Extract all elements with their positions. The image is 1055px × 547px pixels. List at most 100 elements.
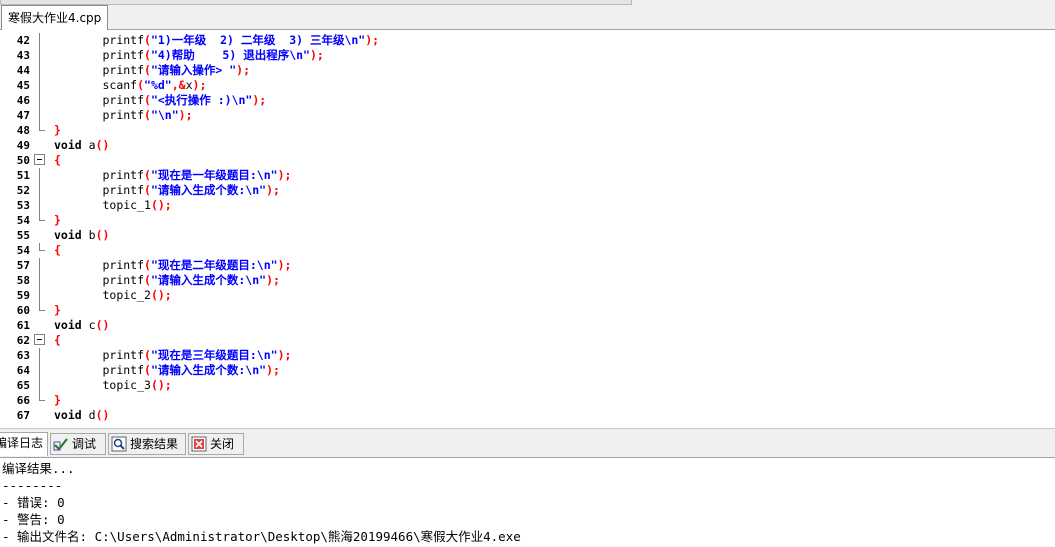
line-number: 52 xyxy=(16,184,30,197)
code-token: ); xyxy=(365,33,380,47)
code-line[interactable]: 60} xyxy=(0,303,1055,318)
bottom-tab[interactable]: 编译日志 xyxy=(0,432,48,456)
bottom-tab-label: 关闭 xyxy=(210,437,235,451)
code-line[interactable]: 54 { xyxy=(0,243,1055,258)
code-token: ( xyxy=(144,63,151,77)
code-token: ); xyxy=(236,63,251,77)
code-line[interactable]: 42 printf("1)一年级 2) 二年级 3) 三年级\n"); xyxy=(0,33,1055,48)
message-panel-tabs: 编译日志 调试 搜索结果 关闭 xyxy=(0,428,1055,458)
code-line[interactable]: 47 printf("\n"); xyxy=(0,108,1055,123)
fold-guide-line xyxy=(34,198,46,213)
code-line[interactable]: 57 printf("现在是二年级题目:\n"); xyxy=(0,258,1055,273)
fold-gutter-empty xyxy=(34,228,46,243)
code-token: ); xyxy=(266,183,280,197)
code-editor[interactable]: 42 printf("1)一年级 2) 二年级 3) 三年级\n"); 43 pr… xyxy=(0,30,1055,428)
code-token: topic_3 xyxy=(102,378,151,392)
code-line[interactable]: 46 printf("<执行操作 :)\n"); xyxy=(0,93,1055,108)
code-token: { xyxy=(54,243,61,257)
fold-collapse-icon[interactable] xyxy=(34,333,46,348)
code-text: { xyxy=(54,243,61,258)
code-line[interactable]: 43 printf("4)帮助 5) 退出程序\n"); xyxy=(0,48,1055,63)
bottom-tab[interactable]: 搜索结果 xyxy=(108,433,186,455)
code-token: printf xyxy=(102,63,145,77)
code-text: printf("1)一年级 2) 二年级 3) 三年级\n"); xyxy=(54,33,379,48)
fold-guide-line xyxy=(34,63,46,78)
code-token: "1)一年级 2) 二年级 3) 三年级\n" xyxy=(150,33,366,47)
fold-guide-line xyxy=(34,108,46,123)
code-line[interactable]: 59 topic_2(); xyxy=(0,288,1055,303)
code-line[interactable]: 67 void d() xyxy=(0,408,1055,423)
code-token: ( xyxy=(144,183,151,197)
code-token: { xyxy=(54,333,61,347)
fold-collapse-icon[interactable] xyxy=(34,153,46,168)
fold-guide-line xyxy=(34,273,46,288)
code-text: void d() xyxy=(54,408,109,423)
code-token: () xyxy=(95,408,110,422)
fold-gutter-empty xyxy=(34,408,46,423)
code-text: topic_1(); xyxy=(54,198,171,213)
code-text: { xyxy=(54,153,61,168)
code-line[interactable]: 51 printf("现在是一年级题目:\n"); xyxy=(0,168,1055,183)
code-token: ); xyxy=(277,258,292,272)
code-line[interactable]: 61 void c() xyxy=(0,318,1055,333)
code-text: printf("请输入生成个数:\n"); xyxy=(54,363,279,378)
code-line[interactable]: 50 { xyxy=(0,153,1055,168)
code-token: "请输入操作> " xyxy=(150,63,237,77)
code-token: void xyxy=(54,138,82,152)
line-number: 45 xyxy=(16,79,30,92)
code-token: ( xyxy=(144,273,151,287)
code-token: ( xyxy=(144,348,151,362)
code-line[interactable]: 54} xyxy=(0,213,1055,228)
bottom-tab[interactable]: 调试 xyxy=(50,433,106,455)
file-tab[interactable]: 寒假大作业4.cpp xyxy=(1,5,109,30)
code-line[interactable]: 58 printf("请输入生成个数:\n"); xyxy=(0,273,1055,288)
line-number: 66 xyxy=(16,394,30,407)
code-line[interactable]: 64 printf("请输入生成个数:\n"); xyxy=(0,363,1055,378)
close-panel-icon xyxy=(191,436,207,452)
fold-guide-line xyxy=(34,33,46,48)
fold-end-marker xyxy=(34,213,46,228)
code-line[interactable]: 65 topic_3(); xyxy=(0,378,1055,393)
code-line[interactable]: 55 void b() xyxy=(0,228,1055,243)
code-token: topic_2 xyxy=(102,288,151,302)
line-number: 57 xyxy=(16,259,30,272)
line-number: 43 xyxy=(16,49,30,62)
fold-guide-line xyxy=(34,288,46,303)
code-line[interactable]: 52 printf("请输入生成个数:\n"); xyxy=(0,183,1055,198)
code-text: scanf("%d",&x); xyxy=(54,78,206,93)
fold-guide-line xyxy=(34,378,46,393)
bottom-tab[interactable]: 关闭 xyxy=(188,433,244,455)
code-token: (); xyxy=(150,378,172,392)
compile-log-output[interactable]: 编译结果... -------- - 错误: 0 - 警告: 0 - 输出文件名: C:… xyxy=(0,458,1055,547)
code-line[interactable]: 53 topic_1(); xyxy=(0,198,1055,213)
code-token: scanf xyxy=(102,78,138,92)
code-token: ); xyxy=(277,168,292,182)
code-token: printf xyxy=(102,108,145,122)
log-line: 编译结果... xyxy=(2,461,75,476)
code-text: printf("现在是一年级题目:\n"); xyxy=(54,168,291,183)
code-line[interactable]: 44 printf("请输入操作> "); xyxy=(0,63,1055,78)
log-line: - 警告: 0 xyxy=(2,512,65,527)
code-token: ( xyxy=(144,93,151,107)
code-line[interactable]: 49 void a() xyxy=(0,138,1055,153)
code-line[interactable]: 63 printf("现在是三年级题目:\n"); xyxy=(0,348,1055,363)
code-text: printf("请输入操作> "); xyxy=(54,63,250,78)
fold-end-marker xyxy=(34,123,46,138)
code-text: { xyxy=(54,333,61,348)
code-text: topic_3(); xyxy=(54,378,172,393)
fold-gutter-empty xyxy=(34,318,46,333)
code-token: ); xyxy=(309,48,324,62)
fold-guide-line xyxy=(34,348,46,363)
code-line[interactable]: 62 { xyxy=(0,333,1055,348)
code-line[interactable]: 48} xyxy=(0,123,1055,138)
code-line[interactable]: 66} xyxy=(0,393,1055,408)
code-line[interactable]: 45 scanf("%d",&x); xyxy=(0,78,1055,93)
code-token: "现在是一年级题目:\n" xyxy=(150,168,278,182)
